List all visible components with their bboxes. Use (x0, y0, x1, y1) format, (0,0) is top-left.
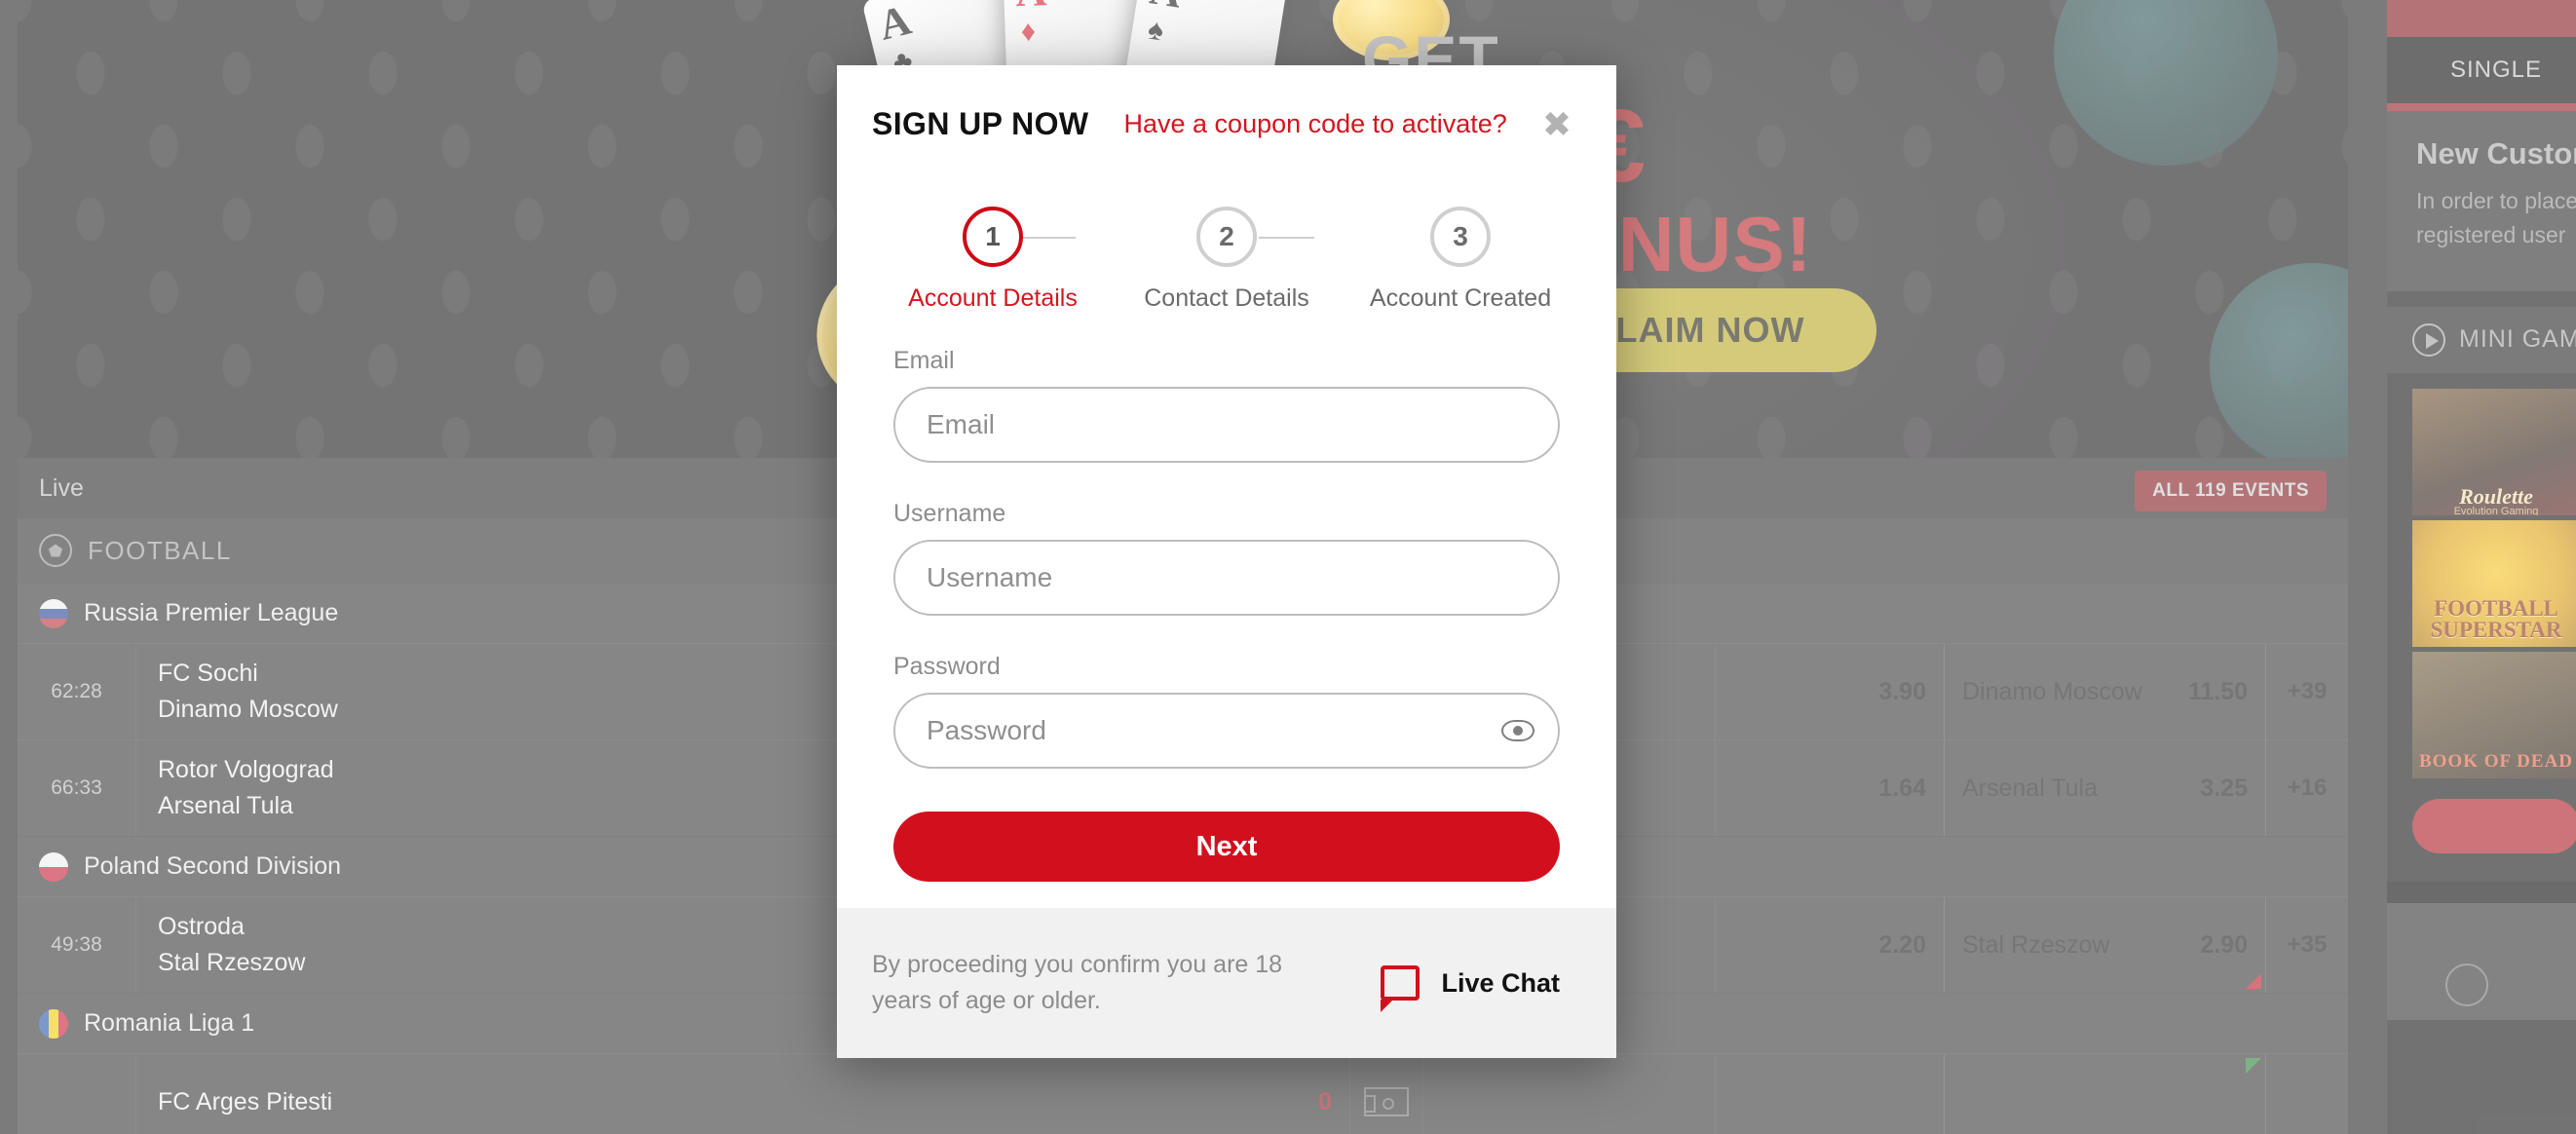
email-label: Email (893, 347, 955, 374)
modal-footer: By proceeding you confirm you are 18 yea… (837, 908, 1616, 1058)
age-disclaimer: By proceeding you confirm you are 18 yea… (872, 950, 1283, 1015)
step-label: Account Created (1369, 284, 1552, 312)
next-button[interactable]: Next (893, 812, 1560, 882)
step-account-details[interactable]: 1 Account Details (888, 207, 1098, 313)
step-label: Account Details (908, 284, 1078, 312)
step-label: Contact Details (1144, 284, 1309, 312)
username-input[interactable] (893, 540, 1560, 616)
password-label: Password (893, 653, 1001, 680)
screen: A♣ A♦ A♠ BAR7BAR BAR7BAR BAR7BAR $ (0, 0, 2576, 1134)
coupon-code-link[interactable]: Have a coupon code to activate? (1124, 109, 1507, 139)
username-label: Username (893, 500, 1006, 527)
stepper-connector (1259, 237, 1314, 239)
step-number: 3 (1430, 207, 1491, 267)
signup-modal: SIGN UP NOW Have a coupon code to activa… (837, 65, 1616, 1058)
live-chat-label: Live Chat (1441, 967, 1560, 998)
username-field-group: Username (893, 500, 1560, 616)
email-input[interactable] (893, 387, 1560, 463)
password-input[interactable] (893, 693, 1560, 769)
close-icon[interactable]: ✖ (1542, 106, 1572, 142)
step-contact-details[interactable]: 2 Contact Details (1121, 207, 1332, 313)
step-number: 2 (1196, 207, 1257, 267)
chat-bubble-icon (1381, 965, 1421, 1012)
page-title: SIGN UP NOW (872, 106, 1089, 141)
signup-stepper: 1 Account Details 2 Contact Details 3 Ac… (888, 207, 1566, 323)
stepper-connector (1020, 237, 1076, 239)
signup-form: Email Username Password Next (837, 323, 1616, 882)
password-field-group: Password (893, 653, 1560, 769)
eye-icon[interactable] (1501, 720, 1534, 741)
step-account-created[interactable]: 3 Account Created (1355, 207, 1566, 313)
live-chat-button[interactable]: Live Chat (1381, 965, 1560, 1012)
step-number: 1 (963, 207, 1023, 267)
modal-header: SIGN UP NOW Have a coupon code to activa… (837, 65, 1616, 142)
email-field-group: Email (893, 347, 1560, 463)
